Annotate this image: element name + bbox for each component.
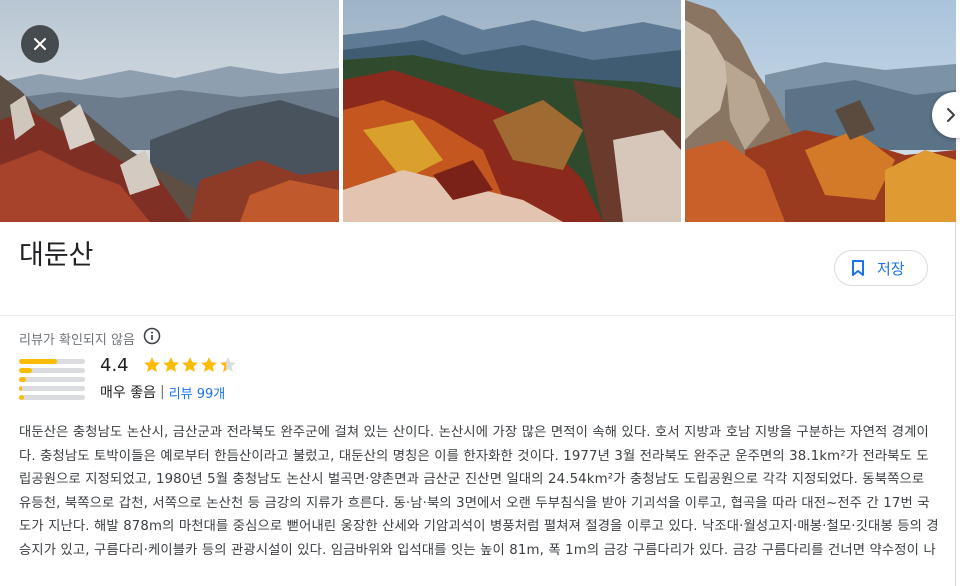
unverified-reviews-notice: 리뷰가 확인되지 않음	[19, 327, 161, 349]
photo-gallery	[0, 0, 956, 222]
place-title: 대둔산	[19, 240, 94, 271]
rating-bar-5	[19, 359, 85, 364]
close-button[interactable]	[21, 25, 59, 63]
rating-bar-fill	[19, 377, 26, 382]
rating-word: 매우 좋음	[100, 385, 156, 401]
star-icon	[201, 357, 217, 372]
star-icon	[220, 357, 236, 372]
rating-bar-3	[19, 377, 85, 382]
star-icon	[182, 357, 198, 372]
unverified-label: 리뷰가 확인되지 않음	[19, 332, 135, 348]
rating-bar-fill	[19, 368, 33, 373]
save-label: 저장	[877, 259, 905, 278]
rating-bar-fill	[19, 359, 58, 364]
rating-stars	[143, 356, 238, 374]
rating-bar-4	[19, 368, 85, 373]
panel-border	[955, 222, 956, 586]
star-icon	[163, 357, 179, 372]
rating-bar-fill	[19, 386, 23, 391]
star-icon	[144, 357, 160, 372]
reviews-link[interactable]: 리뷰 99개	[169, 383, 226, 402]
place-description: 대둔산은 충청남도 논산시, 금산군과 전라북도 완주군에 걸쳐 있는 산이다.…	[19, 425, 939, 558]
chevron-right-icon	[947, 108, 955, 122]
info-icon[interactable]	[143, 327, 161, 349]
rating-bar-fill	[19, 395, 25, 400]
rating-summary: 매우 좋음 | 리뷰 99개	[100, 382, 225, 402]
photo-rocky-peak[interactable]	[685, 0, 956, 222]
rating-distribution	[19, 359, 85, 404]
rating-bar-2	[19, 386, 85, 391]
rating-score: 4.4	[100, 355, 129, 376]
close-icon	[34, 38, 46, 50]
save-button[interactable]: 저장	[834, 250, 928, 286]
bookmark-icon	[852, 260, 864, 276]
rating-bar-1	[19, 395, 85, 400]
section-divider	[0, 315, 955, 316]
separator: |	[159, 384, 165, 400]
photo-autumn-ridge[interactable]	[343, 0, 681, 222]
